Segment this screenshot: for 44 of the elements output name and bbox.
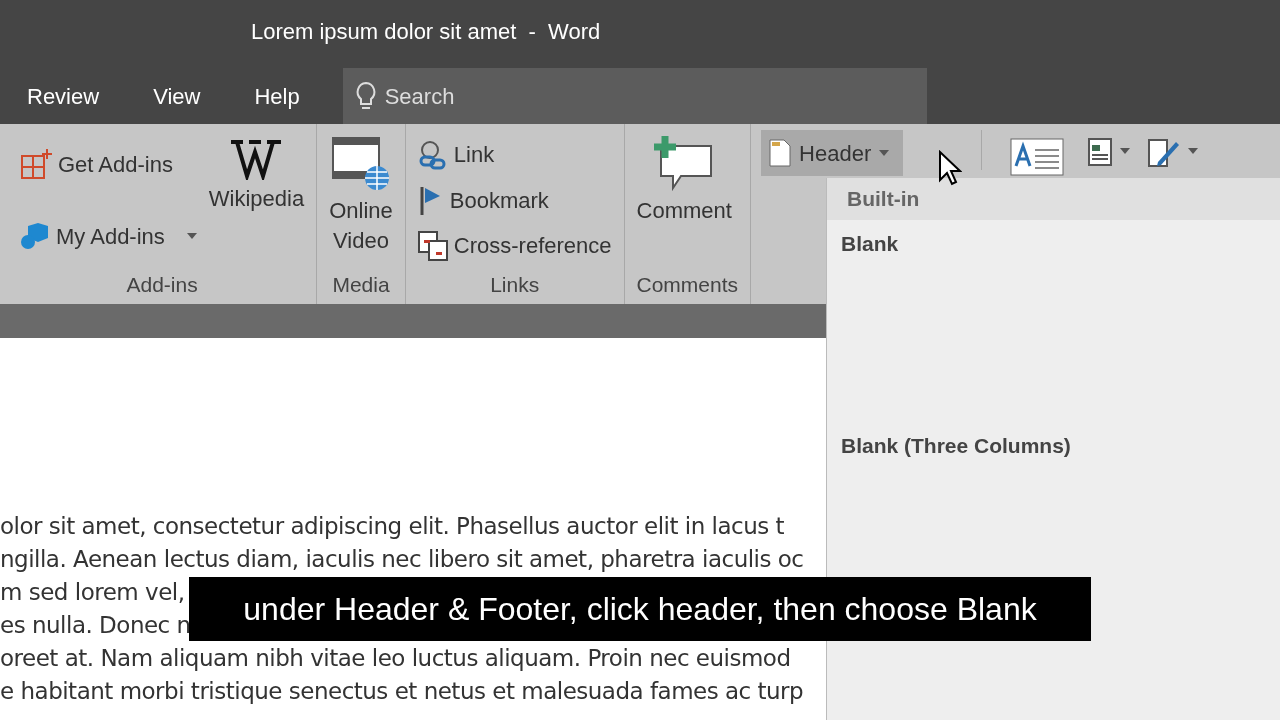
online-video-icon	[331, 136, 391, 192]
group-label: Media	[331, 271, 391, 298]
document-text-line: m sed lorem vel,	[0, 578, 185, 608]
signature-pen-icon	[1148, 136, 1181, 168]
header-button[interactable]: Header	[761, 130, 904, 176]
document-text-line: es nulla. Donec n	[0, 611, 191, 641]
document-text-line: olor sit amet, consectetur adipiscing elit. Phasellus auctor elit in lacus t	[0, 512, 785, 542]
ribbon-tab[interactable]: Help	[227, 68, 327, 124]
ribbon-button[interactable]: Bookmark	[417, 180, 612, 221]
document-text-line: ngilla. Aenean lectus diam, iaculis nec libero sit amet, pharetra iaculis oc	[0, 545, 804, 575]
caret-icon	[1120, 148, 1131, 154]
caret-icon	[1188, 148, 1199, 154]
quick-parts-icon	[1088, 138, 1113, 166]
group-label: Comments	[636, 271, 739, 298]
caret-icon	[879, 150, 890, 156]
lightbulb-icon	[354, 81, 377, 111]
add-ins-store-icon	[20, 148, 52, 181]
ribbon-button[interactable]: My Add-ins	[20, 216, 197, 257]
ribbon-button[interactable]: Get Add-ins	[20, 144, 197, 185]
page-icon	[769, 139, 792, 167]
mouse-cursor-icon	[938, 150, 962, 186]
group-label: Add-ins	[125, 271, 199, 298]
subtitle-caption: under Header & Footer, click header, then choose Blank	[189, 577, 1091, 641]
cross-reference-icon	[417, 230, 448, 261]
document-text-line: oreet at. Nam aliquam nibh vitae leo luctus aliquam. Proin nec euismod	[0, 644, 791, 674]
caret-icon	[186, 233, 197, 240]
header-gallery-item[interactable]: Blank (Three Columns)	[841, 429, 1071, 461]
search-field[interactable]: Search	[384, 79, 785, 113]
ribbon-large-button[interactable]: Comment	[636, 132, 732, 269]
group-label: Links	[489, 271, 541, 298]
ribbon-large-button[interactable]: Online Video	[329, 132, 393, 269]
ribbon-tab[interactable]: View	[126, 68, 228, 124]
ribbon-tab[interactable]: Review	[0, 68, 127, 124]
document-text-line: e habitant morbi tristique senectus et netus et malesuada fames ac turp	[0, 677, 804, 707]
link-icon	[417, 139, 448, 170]
search-box[interactable]: Search	[342, 68, 927, 124]
header-gallery-item[interactable]: Blank	[841, 228, 899, 260]
ribbon-button[interactable]: Cross-reference	[417, 225, 612, 266]
ribbon-button[interactable]: Link	[417, 134, 612, 175]
text-box-icon	[1010, 138, 1065, 176]
cubes-icon	[20, 222, 50, 251]
section-heading: Built-in	[847, 186, 920, 213]
ribbon-large-button[interactable]: Wikipedia	[208, 132, 305, 269]
window-title: Lorem ipsum dolor sit amet - Word	[251, 17, 601, 46]
